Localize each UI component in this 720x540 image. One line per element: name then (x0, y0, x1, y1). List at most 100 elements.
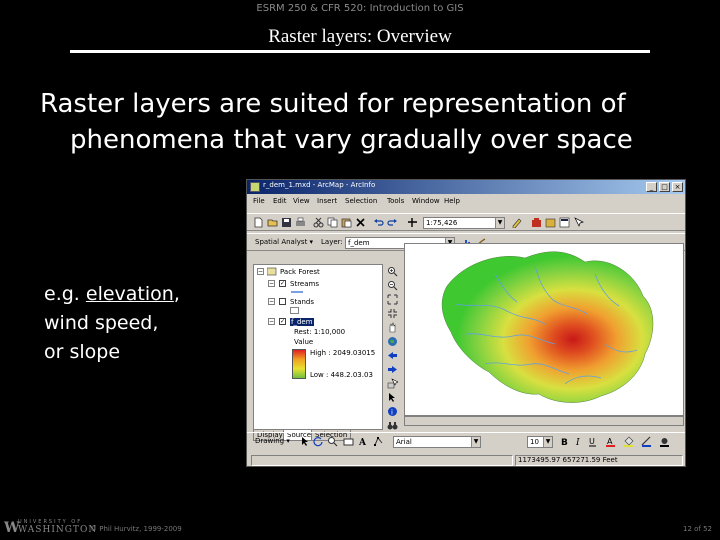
maximize-button[interactable]: □ (659, 182, 670, 192)
status-bar: 1173495.97 657271.59 Feet (247, 454, 685, 466)
bold-icon[interactable]: B (559, 436, 570, 447)
arcmap-window: r_dem_1.mxd - ArcMap - ArcInfo _ □ × Fil… (246, 179, 686, 467)
select-features-icon[interactable] (387, 378, 398, 389)
font-color-icon[interactable]: A (605, 436, 616, 447)
collapse-toggle[interactable]: − (268, 298, 275, 305)
arctoolbox-icon[interactable] (531, 217, 542, 228)
save-icon[interactable] (281, 217, 292, 228)
menu-selection[interactable]: Selection (345, 197, 377, 205)
chevron-down-icon: ▼ (543, 437, 552, 447)
arccatalog-icon[interactable] (545, 217, 556, 228)
forward-extent-icon[interactable] (387, 364, 398, 375)
uw-logo-bottom-text: WASHINGTON (18, 525, 98, 535)
line-color-icon[interactable] (641, 436, 652, 447)
collapse-toggle[interactable]: − (257, 268, 264, 275)
slide-title: Raster layers: Overview (268, 26, 452, 47)
menu-file[interactable]: File (253, 197, 265, 205)
example-wind-speed: wind speed, (44, 312, 159, 334)
font-size-dropdown[interactable]: 10 ▼ (527, 436, 553, 448)
legend-resolution: Rest: 1:10,000 (294, 328, 346, 336)
legend-low-value: Low : 448.2.03.03 (310, 371, 373, 379)
example-separator: , (173, 283, 180, 305)
undo-icon[interactable] (373, 217, 384, 228)
layer-visibility-checkbox[interactable]: ✓ (279, 280, 286, 287)
tools-toolbar: i (386, 264, 400, 430)
edit-vertices-icon[interactable] (373, 436, 384, 447)
redo-icon[interactable] (387, 217, 398, 228)
standard-toolbar: 1:75,426 ▼ (247, 213, 685, 231)
table-of-contents: − Pack Forest − ✓ Streams − Stands − ✓ f… (253, 264, 383, 430)
back-extent-icon[interactable] (387, 350, 398, 361)
data-frame-icon (267, 267, 277, 276)
pan-hand-icon[interactable] (387, 322, 398, 333)
headline: Raster layers are suited for representat… (40, 86, 680, 158)
arcmap-app-icon (250, 182, 260, 192)
map-scale-value: 1:75,426 (426, 219, 458, 227)
drawing-menu[interactable]: Drawing ▾ (255, 437, 290, 445)
new-document-icon[interactable] (253, 217, 264, 228)
print-icon[interactable] (295, 217, 306, 228)
svg-text:A: A (358, 438, 367, 447)
italic-icon[interactable]: I (573, 436, 584, 447)
streams-line-symbol (291, 291, 303, 293)
command-line-icon[interactable] (559, 217, 570, 228)
example-elevation-link[interactable]: elevation (86, 283, 174, 305)
paste-icon[interactable] (341, 217, 352, 228)
underline-icon[interactable]: U (587, 436, 598, 447)
title-rule (70, 50, 650, 53)
data-frame-label[interactable]: Pack Forest (280, 268, 320, 276)
marker-color-icon[interactable] (659, 436, 670, 447)
status-coordinates: 1173495.97 657271.59 Feet (515, 455, 683, 466)
spatial-analyst-menu[interactable]: Spatial Analyst ▾ (255, 238, 313, 246)
layer-dropdown-value: f_dem (348, 239, 370, 247)
map-scale-dropdown[interactable]: 1:75,426 ▼ (423, 217, 505, 229)
menu-window[interactable]: Window (412, 197, 440, 205)
cut-icon[interactable] (313, 217, 324, 228)
map-horizontal-scrollbar[interactable] (404, 416, 684, 426)
menu-view[interactable]: View (293, 197, 310, 205)
layer-streams-label[interactable]: Streams (290, 280, 319, 288)
menu-edit[interactable]: Edit (273, 197, 287, 205)
fixed-zoom-out-icon[interactable] (387, 308, 398, 319)
whats-this-icon[interactable] (573, 217, 584, 228)
font-size-value: 10 (530, 438, 539, 446)
zoom-to-selected-icon[interactable] (327, 436, 338, 447)
select-arrow-icon[interactable] (299, 436, 310, 447)
full-extent-icon[interactable] (387, 336, 398, 347)
zoom-out-icon[interactable] (387, 280, 398, 291)
open-folder-icon[interactable] (267, 217, 278, 228)
identify-icon[interactable]: i (387, 406, 398, 417)
collapse-toggle[interactable]: − (268, 318, 275, 325)
zoom-in-icon[interactable] (387, 266, 398, 277)
select-elements-icon[interactable] (387, 392, 398, 403)
delete-icon[interactable] (355, 217, 366, 228)
layer-visibility-checkbox[interactable]: ✓ (279, 318, 286, 325)
layer-stands-label[interactable]: Stands (290, 298, 314, 306)
menu-tools[interactable]: Tools (387, 197, 404, 205)
chevron-down-icon: ▼ (495, 218, 504, 228)
add-data-icon[interactable] (407, 217, 418, 228)
map-view[interactable] (404, 243, 684, 416)
minimize-button[interactable]: _ (646, 182, 657, 192)
rectangle-tool-icon[interactable] (343, 436, 354, 447)
examples-prefix: e.g. (44, 283, 86, 305)
fill-color-icon[interactable] (623, 436, 634, 447)
fixed-zoom-in-icon[interactable] (387, 294, 398, 305)
close-button[interactable]: × (672, 182, 683, 192)
font-name-dropdown[interactable]: Arial ▼ (393, 436, 481, 448)
find-binoculars-icon[interactable] (387, 420, 398, 431)
menu-insert[interactable]: Insert (317, 197, 337, 205)
layer-f-dem-label[interactable]: f_dem (290, 318, 314, 326)
copy-icon[interactable] (327, 217, 338, 228)
rotate-icon[interactable] (313, 436, 324, 447)
window-title: r_dem_1.mxd - ArcMap - ArcInfo (263, 181, 376, 189)
collapse-toggle[interactable]: − (268, 280, 275, 287)
stands-polygon-symbol (290, 307, 299, 314)
svg-text:i: i (391, 409, 393, 417)
copyright-notice: © Phil Hurvitz, 1999-2009 (90, 525, 182, 533)
page-number: 12 of 52 (682, 525, 712, 533)
menu-help[interactable]: Help (444, 197, 460, 205)
layer-visibility-checkbox[interactable] (279, 298, 286, 305)
editor-toolbar-icon[interactable] (511, 217, 522, 228)
new-text-icon[interactable]: A (357, 436, 368, 447)
